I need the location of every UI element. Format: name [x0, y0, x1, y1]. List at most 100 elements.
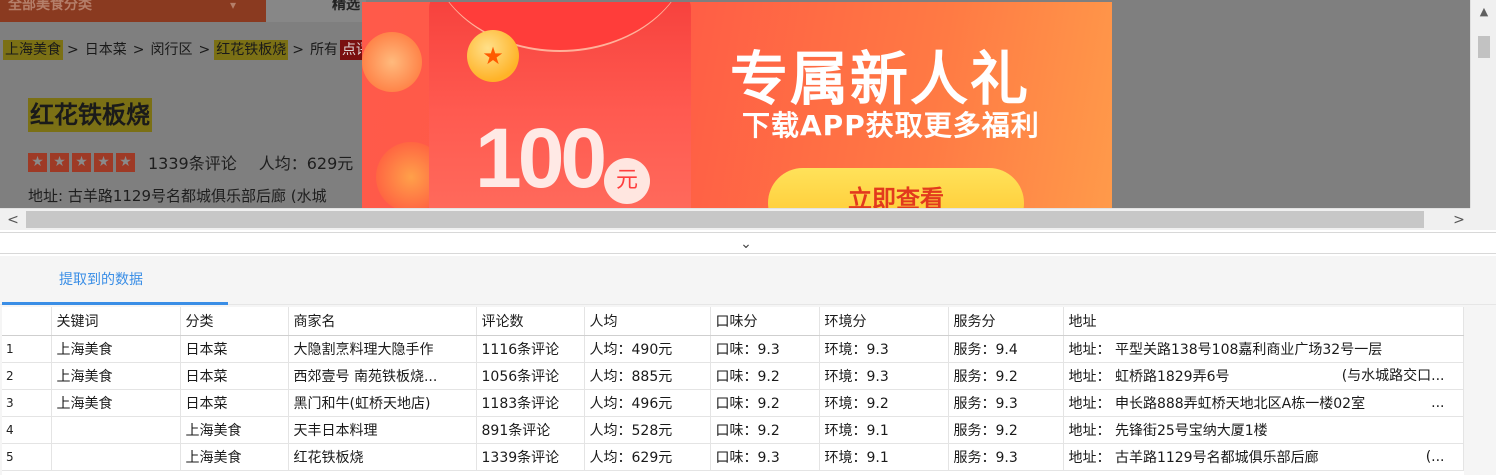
cell-shop-name[interactable]: 西郊壹号 南苑铁板烧...	[288, 362, 477, 390]
cell-keyword[interactable]: 上海美食	[51, 362, 181, 390]
column-header-service[interactable]: 服务分	[948, 307, 1064, 336]
breadcrumb-cuisine[interactable]: 日本菜	[83, 40, 129, 60]
vertical-scrollbar[interactable]: ▲	[1470, 0, 1496, 208]
scroll-left-icon[interactable]: <	[4, 209, 22, 231]
vertical-scroll-thumb[interactable]	[1478, 36, 1490, 58]
breadcrumb-separator: >	[198, 42, 211, 58]
cell-address[interactable]: 地址： 虹桥路1829弄6号 (与水城路交口...	[1063, 362, 1464, 390]
scroll-right-icon[interactable]: >	[1450, 209, 1468, 231]
column-header-category[interactable]: 分类	[180, 307, 289, 336]
column-header-index[interactable]	[2, 307, 52, 336]
breadcrumb-all: 所有	[309, 42, 338, 58]
cell-shop-name[interactable]: 天丰日本料理	[288, 416, 477, 444]
row-index[interactable]: 4	[2, 416, 52, 444]
row-index[interactable]: 2	[2, 362, 52, 390]
cell-avg-price[interactable]: 人均：885元	[584, 362, 711, 390]
cell-avg-price[interactable]: 人均：629元	[584, 443, 711, 471]
cell-keyword[interactable]	[51, 443, 181, 471]
cell-address[interactable]: 地址： 申长路888弄虹桥天地北区A栋一楼02室...	[1063, 389, 1464, 417]
cell-review-count[interactable]: 1056条评论	[476, 362, 585, 390]
column-header-address[interactable]: 地址	[1063, 307, 1464, 336]
table-row[interactable]: 4 上海美食 天丰日本料理 891条评论 人均：528元 口味：9.2 环境：9.1 服务：9…	[2, 416, 1464, 444]
star-icon: ★	[28, 152, 47, 172]
column-header-taste[interactable]: 口味分	[710, 307, 820, 336]
column-header-shop-name[interactable]: 商家名	[288, 307, 477, 336]
panel-splitter[interactable]: ⌄	[0, 232, 1496, 254]
cell-keyword[interactable]: 上海美食	[51, 389, 181, 417]
cell-category[interactable]: 上海美食	[180, 416, 289, 444]
star-icon: ★	[50, 152, 69, 172]
data-table-container[interactable]: 关键词 分类 商家名 评论数 人均 口味分 环境分 服务分 地址 1 上海美食 日本…	[2, 307, 1464, 475]
table-row[interactable]: 1 上海美食 日本菜 大隐割烹料理大隐手作 1116条评论 人均：490元 口味：9.3 环境…	[2, 335, 1464, 363]
cell-review-count[interactable]: 1183条评论	[476, 389, 585, 417]
table-row[interactable]: 3 上海美食 日本菜 黑门和牛(虹桥天地店) 1183条评论 人均：496元 口味：9.2 环…	[2, 389, 1464, 417]
cell-avg-price[interactable]: 人均：528元	[584, 416, 711, 444]
cell-taste-score[interactable]: 口味：9.3	[710, 443, 820, 471]
cell-service-score[interactable]: 服务：9.2	[948, 416, 1064, 444]
column-header-environment[interactable]: 环境分	[819, 307, 949, 336]
collapse-chevron-icon[interactable]: ⌄	[736, 233, 756, 255]
cell-avg-price[interactable]: 人均：490元	[584, 335, 711, 363]
row-index[interactable]: 1	[2, 335, 52, 363]
promo-view-button[interactable]: 立即查看	[768, 168, 1024, 208]
cell-environment-score[interactable]: 环境：9.1	[819, 416, 949, 444]
average-price: 人均：629元	[258, 154, 354, 173]
column-header-avg-price[interactable]: 人均	[584, 307, 711, 336]
address-text: 地址： 虹桥路1829弄6号	[1068, 368, 1230, 385]
cell-taste-score[interactable]: 口味：9.2	[710, 362, 820, 390]
cell-shop-name[interactable]: 黑门和牛(虹桥天地店)	[288, 389, 477, 417]
cell-address[interactable]: 地址： 先锋街25号宝纳大厦1楼	[1063, 416, 1464, 444]
promo-banner[interactable]: ★ 100 元 专属新人礼 下载APP获取更多福利 立即查看	[362, 2, 1112, 208]
cell-environment-score[interactable]: 环境：9.1	[819, 443, 949, 471]
column-header-keyword[interactable]: 关键词	[51, 307, 181, 336]
table-row[interactable]: 2 上海美食 日本菜 西郊壹号 南苑铁板烧... 1056条评论 人均：885元 口味：9.…	[2, 362, 1464, 390]
table-row[interactable]: 5 上海美食 红花铁板烧 1339条评论 人均：629元 口味：9.3 环境：9.1 服务：9…	[2, 443, 1464, 471]
cell-taste-score[interactable]: 口味：9.2	[710, 389, 820, 417]
cell-category[interactable]: 上海美食	[180, 443, 289, 471]
breadcrumb-district[interactable]: 闵行区	[148, 40, 194, 60]
cell-taste-score[interactable]: 口味：9.3	[710, 335, 820, 363]
cell-keyword[interactable]: 上海美食	[51, 335, 181, 363]
cell-service-score[interactable]: 服务：9.4	[948, 335, 1064, 363]
column-header-review-count[interactable]: 评论数	[476, 307, 585, 336]
cell-service-score[interactable]: 服务：9.2	[948, 362, 1064, 390]
cell-environment-score[interactable]: 环境：9.3	[819, 335, 949, 363]
row-index[interactable]: 5	[2, 443, 52, 471]
breadcrumb-separator: >	[292, 42, 304, 58]
cell-review-count[interactable]: 1339条评论	[476, 443, 585, 471]
nav-tab-featured[interactable]: 精选	[266, 0, 366, 22]
star-icon: ★	[72, 152, 91, 172]
horizontal-scroll-thumb[interactable]	[26, 211, 1424, 228]
cell-environment-score[interactable]: 环境：9.2	[819, 389, 949, 417]
cell-shop-name[interactable]: 大隐割烹料理大隐手作	[288, 335, 477, 363]
breadcrumb-city[interactable]: 上海美食	[3, 40, 63, 60]
scrollbar-corner	[1470, 208, 1496, 230]
cell-service-score[interactable]: 服务：9.3	[948, 389, 1064, 417]
cell-address[interactable]: 地址： 平型关路138号108嘉利商业广场32号一层	[1063, 335, 1464, 363]
rating-row: ★ ★ ★ ★ ★ 1339条评论 人均：629元	[28, 150, 354, 173]
cell-environment-score[interactable]: 环境：9.3	[819, 362, 949, 390]
breadcrumb-shop[interactable]: 红花铁板烧	[214, 40, 289, 60]
cell-keyword[interactable]	[51, 416, 181, 444]
address-overflow-text: (与水城路交口...	[1341, 367, 1445, 384]
row-index[interactable]: 3	[2, 389, 52, 417]
category-dropdown[interactable]: 全部美食分类 ▾	[0, 0, 266, 22]
cell-taste-score[interactable]: 口味：9.2	[710, 416, 820, 444]
tab-extracted-data[interactable]: 提取到的数据	[2, 256, 228, 305]
cell-service-score[interactable]: 服务：9.3	[948, 443, 1064, 471]
shop-title: 红花铁板烧	[28, 98, 152, 132]
cell-category[interactable]: 日本菜	[180, 389, 289, 417]
cell-review-count[interactable]: 1116条评论	[476, 335, 585, 363]
cell-address[interactable]: 地址： 古羊路1129号名都城俱乐部后廊 (...	[1063, 443, 1464, 471]
cell-category[interactable]: 日本菜	[180, 362, 289, 390]
cell-shop-name[interactable]: 红花铁板烧	[288, 443, 477, 471]
cell-review-count[interactable]: 891条评论	[476, 416, 585, 444]
cell-category[interactable]: 日本菜	[180, 335, 289, 363]
cell-avg-price[interactable]: 人均：496元	[584, 389, 711, 417]
review-count[interactable]: 1339条评论	[148, 154, 237, 173]
address-text: 地址： 古羊路1129号名都城俱乐部后廊	[1068, 449, 1319, 466]
chevron-down-icon: ▾	[230, 0, 237, 12]
address-overflow-text: (...	[1425, 448, 1445, 465]
scroll-up-icon[interactable]: ▲	[1471, 2, 1496, 22]
horizontal-scrollbar[interactable]: < >	[0, 208, 1470, 230]
